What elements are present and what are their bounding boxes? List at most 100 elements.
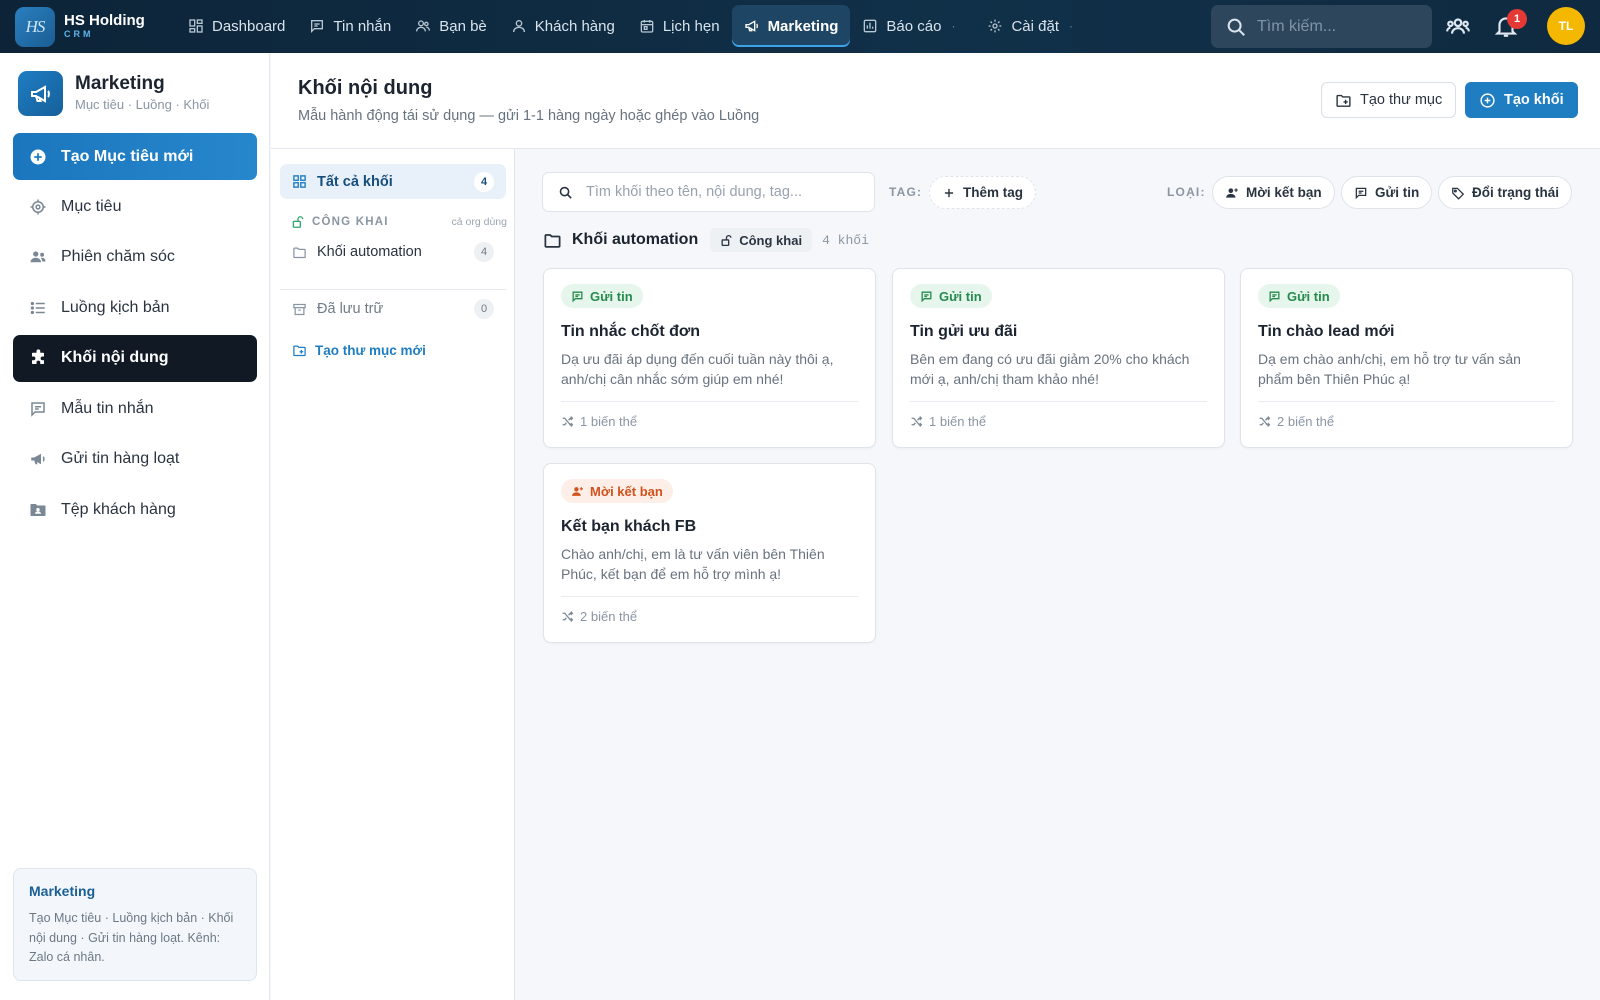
block-description: Chào anh/chị, em là tư vấn viên bên Thiê… — [561, 546, 825, 582]
block-card[interactable]: Gửi tin Tin chào lead mới Dạ em chào anh… — [1240, 268, 1573, 448]
nav-settings[interactable]: Cài đặt — [975, 5, 1071, 47]
sidebar-item-care-sessions[interactable]: Phiên chăm sóc — [13, 234, 257, 281]
card-divider — [561, 596, 858, 597]
page-subtitle: Mẫu hành động tái sử dụng — gửi 1-1 hàng… — [298, 108, 760, 124]
message-icon — [311, 20, 324, 33]
folder-plus-icon — [293, 345, 306, 357]
type-chip-friend-request[interactable]: Mời kết bạn — [1212, 176, 1335, 209]
message-icon — [1269, 291, 1280, 302]
nav-label: Khách hàng — [534, 17, 615, 35]
megaphone-icon — [31, 453, 45, 465]
gear-icon — [989, 19, 1002, 33]
folder-all-blocks[interactable]: Tất cả khối 4 — [280, 164, 506, 199]
folder-user-icon — [30, 503, 46, 516]
message-icon — [921, 291, 932, 302]
list-icon — [30, 301, 45, 314]
create-folder-label: Tạo thư mục — [1360, 92, 1443, 108]
nav-calendar[interactable]: Lịch hẹn — [627, 5, 732, 47]
nav-customers[interactable]: Khách hàng — [499, 5, 627, 47]
block-card[interactable]: Gửi tin Tin gửi ưu đãi Bên em đang có ưu… — [892, 268, 1225, 448]
sidebar-item-label: Luồng kịch bản — [61, 298, 170, 316]
tag-icon — [1452, 187, 1465, 200]
target-icon — [30, 199, 46, 214]
type-chip-label: Mời kết bạn — [1246, 185, 1322, 200]
nav-label: Dashboard — [212, 17, 286, 35]
nav-messages[interactable]: Tin nhắn — [297, 5, 403, 47]
variants-label: 1 biến thể — [929, 414, 987, 429]
nav-reports[interactable]: Báo cáo — [850, 5, 953, 47]
visibility-badge: Công khai — [710, 228, 813, 252]
create-folder-button[interactable]: Tạo thư mục — [1321, 82, 1457, 118]
megaphone-icon — [30, 84, 50, 103]
group-count: 4 khối — [822, 232, 869, 248]
shuffle-icon — [1259, 416, 1271, 427]
block-description: Bên em đang có ưu đãi giảm 20% cho khách… — [910, 351, 1190, 387]
card-divider — [910, 401, 1207, 402]
block-type-label: Mời kết bạn — [590, 483, 663, 499]
dashboard-icon — [189, 19, 203, 33]
add-tag-button[interactable]: Thêm tag — [929, 176, 1037, 209]
sidebar-item-flows[interactable]: Luồng kịch bản — [13, 284, 257, 331]
type-chip-change-status[interactable]: Đổi trạng thái — [1438, 176, 1572, 209]
card-divider — [1258, 401, 1555, 402]
main-nav: Dashboard Tin nhắn Bạn bè Khách hàng Lịc… — [176, 5, 1079, 47]
info-box-text: Tạo Mục tiêu · Luồng kịch bản · Khối nội… — [29, 911, 234, 964]
nav-friends[interactable]: Bạn bè — [403, 5, 499, 47]
block-variants: 2 biến thể — [561, 609, 637, 624]
section-note: cả org dùng — [451, 216, 507, 228]
message-icon — [31, 401, 45, 417]
plus-circle-icon — [30, 149, 46, 164]
global-search-input[interactable] — [1257, 17, 1417, 36]
block-card[interactable]: Gửi tin Tin nhắc chốt đơn Dạ ưu đãi áp d… — [543, 268, 876, 448]
card-divider — [561, 401, 858, 402]
folder-label: Khối automation — [317, 244, 422, 260]
sidebar-item-label: Khối nội dung — [61, 349, 169, 366]
block-search-input[interactable] — [586, 184, 856, 200]
variants-label: 1 biến thể — [580, 414, 638, 429]
folder-divider — [280, 289, 506, 290]
block-card[interactable]: Mời kết bạn Kết bạn khách FB Chào anh/ch… — [543, 463, 876, 643]
block-type-label: Gửi tin — [1287, 288, 1330, 304]
block-type-tag: Gửi tin — [561, 284, 643, 308]
nav-dashboard[interactable]: Dashboard — [176, 5, 297, 47]
sidebar-menu: Mục tiêu Phiên chăm sóc Luồng kịch bản K… — [13, 183, 257, 537]
nav-label: Cài đặt — [1011, 17, 1059, 35]
nav-label: Tin nhắn — [333, 17, 392, 35]
brand-subtitle: CRM — [64, 29, 94, 39]
block-search[interactable] — [542, 172, 875, 212]
nav-marketing[interactable]: Marketing — [731, 5, 851, 47]
friends-icon — [416, 20, 431, 32]
plus-icon — [944, 188, 954, 197]
sidebar-item-bulk-send[interactable]: Gửi tin hàng loạt — [13, 436, 257, 483]
app-logo[interactable]: HS — [15, 7, 55, 47]
sidebar-item-label: Mẫu tin nhắn — [61, 399, 154, 417]
type-chip-send-message[interactable]: Gửi tin — [1341, 176, 1433, 209]
sidebar-item-customer-files[interactable]: Tệp khách hàng — [13, 486, 257, 533]
customer-icon — [512, 20, 525, 33]
add-friend-icon — [1226, 187, 1238, 198]
block-title: Tin chào lead mới — [1258, 323, 1395, 340]
sidebar-item-label: Tệp khách hàng — [61, 500, 176, 518]
shuffle-icon — [911, 416, 923, 427]
unlock-icon — [721, 234, 732, 246]
folder-label: Tất cả khối — [317, 173, 393, 190]
sidebar-item-message-templates[interactable]: Mẫu tin nhắn — [13, 385, 257, 432]
message-icon — [572, 291, 583, 302]
create-block-button[interactable]: Tạo khối — [1465, 82, 1578, 118]
user-avatar[interactable]: TL — [1547, 7, 1585, 45]
top-navigation-bar: HS HS Holding CRM Dashboard Tin nhắn Bạn… — [0, 0, 1600, 53]
sidebar-item-content-blocks[interactable]: Khối nội dung — [13, 334, 257, 382]
block-title: Tin gửi ưu đãi — [910, 323, 1018, 340]
folder-item[interactable]: Khối automation 4 — [280, 237, 506, 267]
sidebar-item-goals[interactable]: Mục tiêu — [13, 183, 257, 230]
global-search[interactable] — [1211, 5, 1432, 48]
add-tag-label: Thêm tag — [963, 185, 1024, 200]
folder-plus-icon — [1336, 94, 1351, 107]
create-folder-link[interactable]: Tạo thư mục mới — [292, 343, 426, 358]
sidebar-item-label: Phiên chăm sóc — [61, 248, 175, 265]
folder-archived[interactable]: Đã lưu trữ 0 — [280, 294, 506, 324]
team-icon[interactable] — [1445, 13, 1471, 39]
grid-icon — [293, 175, 306, 188]
folder-icon — [293, 247, 306, 258]
create-goal-button[interactable]: Tạo Mục tiêu mới — [13, 133, 257, 180]
